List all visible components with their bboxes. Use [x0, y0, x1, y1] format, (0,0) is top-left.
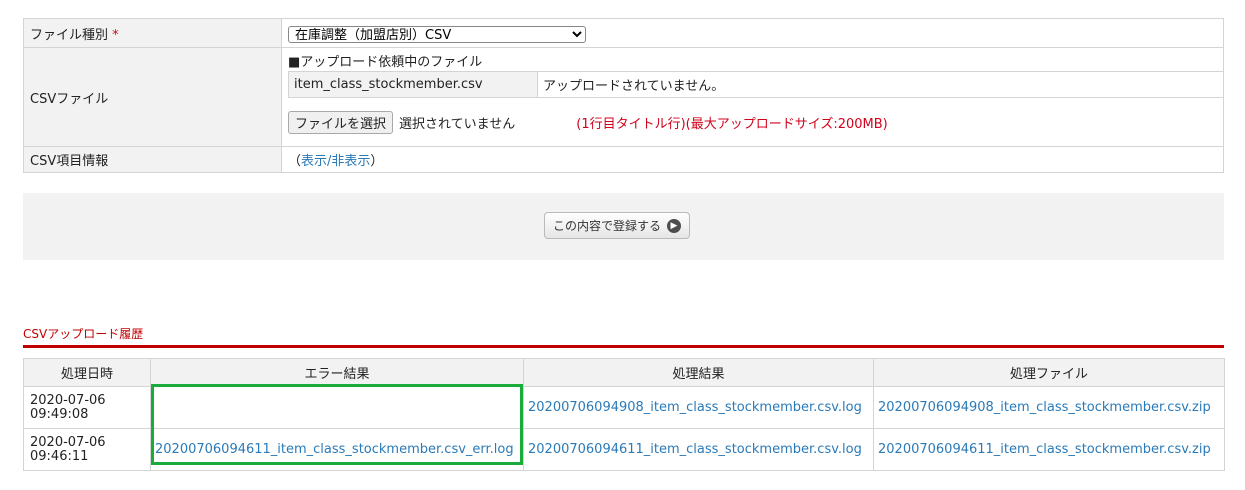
result-log-link[interactable]: 20200706094611_item_class_stockmember.cs…: [528, 442, 862, 457]
history-header-row: 処理日時 エラー結果 処理結果 処理ファイル: [23, 358, 1225, 387]
error-log-link[interactable]: 20200706094611_item_class_stockmember.cs…: [155, 442, 514, 457]
pending-file-status: アップロードされていません。: [537, 71, 1224, 98]
csv-file-value-cell: ■アップロード依頼中のファイル item_class_stockmember.c…: [281, 47, 1224, 147]
result-log-link[interactable]: 20200706094908_item_class_stockmember.cs…: [528, 400, 862, 415]
processed-time: 09:46:11: [30, 448, 89, 464]
pending-file-row: item_class_stockmember.csv アップロードされていません…: [288, 71, 1224, 98]
file-type-row: ファイル種別 * 在庫調整（加盟店別）CSV: [23, 18, 1224, 48]
csv-file-label: CSVファイル: [30, 91, 109, 107]
file-type-label-cell: ファイル種別 *: [23, 18, 282, 48]
processed-date: 2020-07-06: [30, 392, 106, 408]
pending-upload-heading: ■アップロード依頼中のファイル: [288, 55, 483, 70]
result-cell: 20200706094908_item_class_stockmember.cs…: [523, 386, 874, 429]
csv-file-row: CSVファイル ■アップロード依頼中のファイル item_class_stock…: [23, 47, 1224, 147]
column-header-error-result: エラー結果: [150, 358, 524, 387]
pending-file-name: item_class_stockmember.csv: [288, 71, 538, 98]
toggle-close-paren: ）: [370, 154, 384, 169]
csv-item-info-row: CSV項目情報 （表示/非表示）: [23, 146, 1224, 173]
no-file-selected-text: 選択されていません: [399, 116, 516, 132]
csv-file-label-cell: CSVファイル: [23, 47, 282, 147]
processed-datetime: 2020-07-06 09:46:11: [23, 428, 151, 471]
upload-history-table: 処理日時 エラー結果 処理結果 処理ファイル 2020-07-06 09:49:…: [23, 358, 1225, 471]
table-row: 2020-07-06 09:49:08 20200706094908_item_…: [23, 386, 1225, 429]
toggle-open-paren: （: [288, 154, 302, 169]
column-header-result: 処理結果: [523, 358, 874, 387]
error-result-cell: [150, 386, 524, 429]
upload-history-divider: [23, 345, 1224, 348]
register-button[interactable]: この内容で登録する ▶: [544, 212, 690, 239]
file-cell: 20200706094908_item_class_stockmember.cs…: [873, 386, 1225, 429]
error-result-cell: 20200706094611_item_class_stockmember.cs…: [150, 428, 524, 471]
upload-form-table: ファイル種別 * 在庫調整（加盟店別）CSV CSVファイル ■アップロード依頼…: [23, 18, 1224, 173]
csv-item-info-value-cell: （表示/非表示）: [281, 146, 1224, 173]
register-button-label: この内容で登録する: [552, 219, 661, 233]
show-hide-link[interactable]: 表示/非表示: [301, 154, 370, 169]
file-chooser-row: ファイルを選択 選択されていません (1行目タイトル行)(最大アップロードサイズ…: [288, 110, 1223, 134]
processed-file-link[interactable]: 20200706094908_item_class_stockmember.cs…: [878, 400, 1211, 415]
file-type-value-cell: 在庫調整（加盟店別）CSV: [281, 18, 1224, 48]
pending-file-table: item_class_stockmember.csv アップロードされていません…: [288, 71, 1224, 98]
file-type-label: ファイル種別: [30, 27, 109, 43]
csv-item-info-label: CSV項目情報: [30, 154, 109, 169]
column-header-datetime: 処理日時: [23, 358, 151, 387]
column-header-file: 処理ファイル: [873, 358, 1225, 387]
arrow-right-circle-icon: ▶: [667, 218, 681, 233]
file-cell: 20200706094611_item_class_stockmember.cs…: [873, 428, 1225, 471]
required-mark: *: [112, 27, 119, 43]
csv-item-info-label-cell: CSV項目情報: [23, 146, 282, 173]
result-cell: 20200706094611_item_class_stockmember.cs…: [523, 428, 874, 471]
processed-date: 2020-07-06: [30, 434, 106, 450]
upload-size-note: (1行目タイトル行)(最大アップロードサイズ:200MB): [576, 116, 888, 132]
processed-datetime: 2020-07-06 09:49:08: [23, 386, 151, 429]
submit-area: この内容で登録する ▶: [23, 193, 1224, 260]
choose-file-button[interactable]: ファイルを選択: [288, 110, 394, 134]
processed-file-link[interactable]: 20200706094611_item_class_stockmember.cs…: [878, 442, 1211, 457]
processed-time: 09:49:08: [30, 406, 89, 422]
upload-history-title: CSVアップロード履歴: [23, 327, 144, 341]
file-type-select[interactable]: 在庫調整（加盟店別）CSV: [288, 25, 586, 43]
table-row: 2020-07-06 09:46:11 20200706094611_item_…: [23, 428, 1225, 471]
